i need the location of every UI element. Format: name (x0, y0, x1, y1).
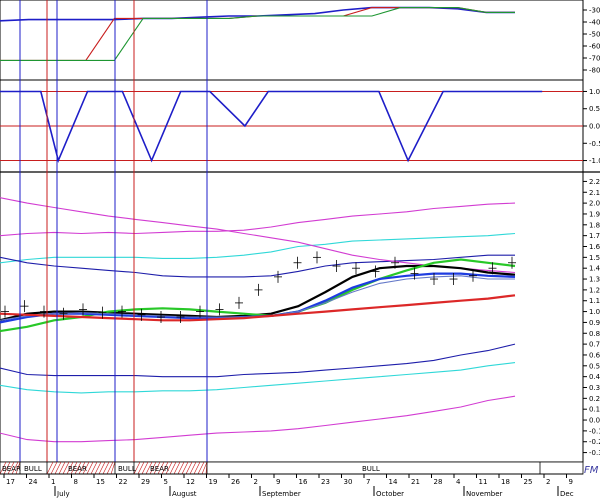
signal-y-tick-label: 0.0 (589, 123, 600, 131)
x-tick-label: 21 (411, 478, 420, 486)
band-label: BEAR (68, 465, 87, 473)
x-tick-label: 29 (141, 478, 150, 486)
price-series-upper-mid (0, 232, 516, 264)
x-tick-label: 28 (434, 478, 443, 486)
price-series-lower-outer (0, 395, 516, 443)
x-tick-label: 9 (569, 478, 573, 486)
top-y-tick-label: -80 (589, 67, 600, 75)
bull-bear-band (0, 461, 584, 475)
month-label: Dec (560, 490, 574, 498)
x-tick-label: 30 (344, 478, 353, 486)
price-y-tick-label: -0.3 (589, 449, 600, 457)
price-y-tick-label: 0.9 (589, 319, 600, 327)
x-tick-label: 16 (299, 478, 308, 486)
x-tick-label: 26 (231, 478, 240, 486)
top-y-tick-label: -30 (589, 7, 600, 15)
x-tick-label: 17 (6, 478, 15, 486)
price-y-tick-label: -0.1 (589, 427, 600, 435)
price-y-tick-label: 1.5 (589, 254, 600, 262)
chart: -30 -40 -50 -60 -70 -80 1.0 0.5 0.0 -0.5 -1.0 2.2 2.… (0, 0, 600, 500)
x-tick-label: 2 (254, 478, 258, 486)
price-series-upper-outer (0, 202, 516, 237)
top-series-line (0, 6, 515, 22)
x-tick-label: 14 (389, 478, 398, 486)
x-tick-label: 8 (74, 478, 78, 486)
price-y-tick-label: 0.2 (589, 395, 600, 403)
x-tick-label: 2 (546, 478, 550, 486)
price-series-lower-mid (0, 362, 516, 394)
band-label: BEAR (2, 465, 21, 473)
x-tick-label: 15 (96, 478, 105, 486)
price-y-tick-label: 1.7 (589, 232, 600, 240)
price-y-tick-label: -0.2 (589, 438, 600, 446)
month-label: August (172, 490, 197, 498)
signal-y-tick-label: -0.5 (589, 140, 600, 148)
band-label: BULL (24, 465, 42, 473)
band-label: BULL (118, 465, 136, 473)
chart-svg: -30 -40 -50 -60 -70 -80 1.0 0.5 0.0 -0.5 -1.0 2.2 2.… (0, 0, 600, 498)
price-y-tick-label: 0.5 (589, 362, 600, 370)
x-tick-label: 12 (186, 478, 195, 486)
price-y-tick-label: 0.7 (589, 341, 600, 349)
top-y-tick-label: -50 (589, 31, 600, 39)
x-tick-label: 19 (209, 478, 218, 486)
price-y-tick-label: 2.1 (589, 189, 600, 197)
price-y-tick-label: 2.0 (589, 200, 600, 208)
signature-mark: FM (584, 465, 599, 476)
price-y-tick-label: 2.2 (589, 178, 600, 186)
month-label: July (56, 490, 70, 498)
top-y-tick-label: -70 (589, 55, 600, 63)
price-y-tick-label: 0.1 (589, 406, 600, 414)
price-y-tick-label: 0.0 (589, 417, 600, 425)
signal-y-tick-label: 0.5 (589, 105, 600, 113)
top-series-line (0, 7, 515, 61)
price-series-avg-green (0, 258, 516, 333)
x-tick-label: 25 (524, 478, 533, 486)
x-tick-label: 1 (51, 478, 55, 486)
band-label: BEAR (150, 465, 169, 473)
signal-y-tick-label: -1.0 (589, 157, 600, 165)
price-y-tick-label: 1.3 (589, 276, 600, 284)
price-y-tick-label: 1.6 (589, 243, 600, 251)
price-y-tick-label: 0.6 (589, 351, 600, 359)
price-series-base-red (0, 294, 516, 322)
x-tick-label: 4 (456, 478, 461, 486)
x-tick-label: 7 (366, 478, 370, 486)
month-label: October (376, 490, 404, 498)
price-y-tick-label: 1.4 (589, 265, 600, 273)
x-tick-label: 23 (321, 478, 330, 486)
x-tick-label: 11 (479, 478, 488, 486)
month-label: September (262, 490, 301, 498)
x-tick-label: 22 (119, 478, 128, 486)
x-tick-label: 5 (164, 478, 168, 486)
price-y-tick-label: 0.8 (589, 330, 600, 338)
price-y-tick-label: 1.2 (589, 286, 600, 294)
price-y-tick-label: 1.9 (589, 210, 600, 218)
band-label: BULL (362, 465, 380, 473)
x-tick-label: 24 (29, 478, 38, 486)
price-y-tick-label: 1.8 (589, 221, 600, 229)
top-y-tick-label: -60 (589, 43, 600, 51)
price-y-tick-label: 0.4 (589, 373, 600, 381)
price-y-tick-label: 0.3 (589, 384, 600, 392)
month-label: November (466, 490, 503, 498)
price-y-tick-label: 1.1 (589, 297, 600, 305)
price-y-tick-label: 1.0 (589, 308, 600, 316)
top-y-tick-label: -40 (589, 19, 600, 27)
x-tick-label: 9 (276, 478, 280, 486)
x-tick-label: 18 (501, 478, 510, 486)
signal-y-tick-label: 1.0 (589, 88, 600, 96)
